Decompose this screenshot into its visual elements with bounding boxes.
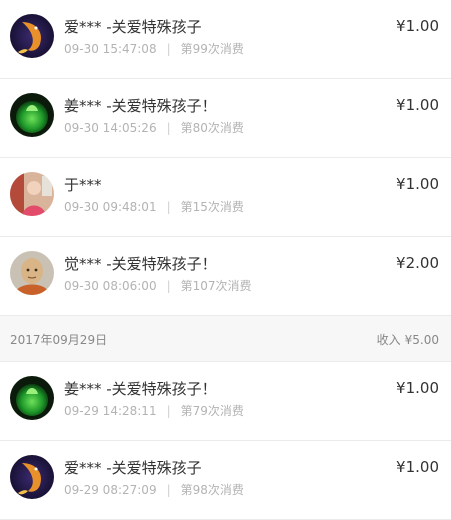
list-item[interactable]: 觉*** -关爱特殊孩子！ 09-30 08:06:00 | 第107次消费 ¥2.… xyxy=(0,237,451,316)
record-meta: 09-30 08:06:00 | 第107次消费 xyxy=(64,277,252,294)
group-date: 2017年09月29日 xyxy=(10,333,108,347)
koi-fish-avatar xyxy=(10,14,54,58)
record-count: 第80次消费 xyxy=(180,121,244,135)
record-amount: ¥2.00 xyxy=(396,254,439,272)
record-time: 09-30 14:05:26 xyxy=(64,121,157,135)
record-count: 第79次消费 xyxy=(180,404,244,418)
record-meta: 09-29 14:28:11 | 第79次消费 xyxy=(64,402,244,419)
monk-avatar xyxy=(10,251,54,295)
record-time: 09-30 08:06:00 xyxy=(64,279,157,293)
record-time: 09-30 15:47:08 xyxy=(64,42,157,56)
record-title: 姜*** -关爱特殊孩子！ xyxy=(64,380,217,398)
record-count: 第98次消费 xyxy=(180,483,244,497)
record-title: 爱*** -关爱特殊孩子 xyxy=(64,459,202,477)
list-item[interactable]: 于*** 09-30 09:48:01 | 第15次消费 ¥1.00 xyxy=(0,158,451,237)
list-item[interactable]: 爱*** -关爱特殊孩子 09-29 08:27:09 | 第98次消费 ¥1.00 xyxy=(0,441,451,520)
date-group-header: 2017年09月29日 收入 ¥5.00 xyxy=(0,316,451,362)
income-label: 收入 xyxy=(376,333,401,347)
record-count: 第107次消费 xyxy=(180,279,252,293)
green-plant-avatar xyxy=(10,376,54,420)
koi-fish-avatar xyxy=(10,455,54,499)
list-item[interactable]: 姜*** -关爱特殊孩子！ 09-30 14:05:26 | 第80次消费 ¥1.0… xyxy=(0,79,451,158)
income-amount: ¥5.00 xyxy=(404,333,439,347)
record-amount: ¥1.00 xyxy=(396,17,439,35)
meta-divider: | xyxy=(166,121,171,135)
green-plant-avatar xyxy=(10,93,54,137)
list-item[interactable]: 爱*** -关爱特殊孩子 09-30 15:47:08 | 第99次消费 ¥1.00 xyxy=(0,0,451,79)
record-amount: ¥1.00 xyxy=(396,175,439,193)
meta-divider: | xyxy=(166,404,171,418)
record-time: 09-30 09:48:01 xyxy=(64,200,157,214)
person-photo-avatar xyxy=(10,172,54,216)
meta-divider: | xyxy=(166,42,171,56)
meta-divider: | xyxy=(166,200,171,214)
record-title: 于*** xyxy=(64,176,102,194)
record-meta: 09-30 09:48:01 | 第15次消费 xyxy=(64,198,244,215)
group-income: 收入 ¥5.00 xyxy=(377,331,439,348)
record-amount: ¥1.00 xyxy=(396,458,439,476)
record-count: 第99次消费 xyxy=(180,42,244,56)
transaction-list: 爱*** -关爱特殊孩子 09-30 15:47:08 | 第99次消费 ¥1.00… xyxy=(0,0,451,520)
record-amount: ¥1.00 xyxy=(396,96,439,114)
list-item[interactable]: 姜*** -关爱特殊孩子！ 09-29 14:28:11 | 第79次消费 ¥1.0… xyxy=(0,362,451,441)
record-meta: 09-29 08:27:09 | 第98次消费 xyxy=(64,481,244,498)
record-title: 爱*** -关爱特殊孩子 xyxy=(64,18,202,36)
record-meta: 09-30 15:47:08 | 第99次消费 xyxy=(64,40,244,57)
meta-divider: | xyxy=(166,483,171,497)
record-time: 09-29 14:28:11 xyxy=(64,404,157,418)
record-title: 觉*** -关爱特殊孩子！ xyxy=(64,255,217,273)
record-time: 09-29 08:27:09 xyxy=(64,483,157,497)
record-title: 姜*** -关爱特殊孩子！ xyxy=(64,97,217,115)
record-meta: 09-30 14:05:26 | 第80次消费 xyxy=(64,119,244,136)
record-count: 第15次消费 xyxy=(180,200,244,214)
meta-divider: | xyxy=(166,279,171,293)
record-amount: ¥1.00 xyxy=(396,379,439,397)
